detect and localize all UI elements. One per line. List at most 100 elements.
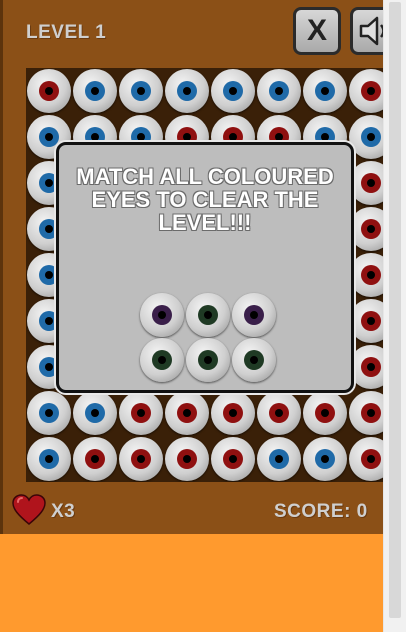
board-eye[interactable]	[349, 391, 383, 435]
board-eye[interactable]	[349, 161, 383, 205]
pupil	[367, 317, 375, 325]
pupil	[275, 409, 283, 417]
board-eye[interactable]	[349, 253, 383, 297]
pupil	[367, 409, 375, 417]
green-iris	[198, 350, 218, 370]
heart-icon	[12, 494, 46, 525]
board-eye[interactable]	[165, 69, 209, 113]
red-iris	[131, 403, 151, 423]
board-eye[interactable]	[349, 69, 383, 113]
blue-iris	[39, 403, 59, 423]
pupil	[275, 455, 283, 463]
pupil	[91, 455, 99, 463]
purple-iris	[244, 305, 264, 325]
board-eye[interactable]	[27, 69, 71, 113]
red-iris	[361, 219, 381, 239]
pupil	[367, 133, 375, 141]
board-eye[interactable]	[349, 345, 383, 389]
board-eye[interactable]	[349, 207, 383, 251]
red-iris	[361, 357, 381, 377]
blue-iris	[315, 81, 335, 101]
pupil	[204, 356, 212, 364]
blue-iris	[39, 127, 59, 147]
game-screen: LEVEL 1 X MATCH ALL COLOURED EYES TO CLE…	[0, 0, 383, 534]
red-iris	[361, 449, 381, 469]
dialog-message: MATCH ALL COLOURED EYES TO CLEAR THE LEV…	[76, 164, 334, 235]
pupil	[91, 133, 99, 141]
level-label: LEVEL 1	[26, 22, 107, 43]
red-iris	[315, 403, 335, 423]
green-iris	[152, 350, 172, 370]
board-eye[interactable]	[211, 391, 255, 435]
game-viewport: LEVEL 1 X MATCH ALL COLOURED EYES TO CLE…	[0, 0, 383, 632]
blue-iris	[269, 449, 289, 469]
pupil	[229, 87, 237, 95]
close-button[interactable]: X	[293, 7, 341, 55]
score-label: SCORE: 0	[274, 501, 368, 522]
pupil	[45, 179, 53, 187]
board-eye[interactable]	[119, 437, 163, 481]
pupil	[91, 409, 99, 417]
board-eye[interactable]	[165, 437, 209, 481]
pupil	[367, 87, 375, 95]
pupil	[45, 87, 53, 95]
board-eye[interactable]	[73, 391, 117, 435]
board-eye[interactable]	[27, 391, 71, 435]
board-eye[interactable]	[303, 391, 347, 435]
scrollbar-thumb[interactable]	[389, 2, 401, 618]
pupil	[137, 409, 145, 417]
board-eye[interactable]	[303, 69, 347, 113]
red-iris	[361, 265, 381, 285]
pupil	[45, 409, 53, 417]
pupil	[183, 455, 191, 463]
pupil	[183, 87, 191, 95]
blue-iris	[223, 81, 243, 101]
board-eye[interactable]	[303, 437, 347, 481]
board-eye[interactable]	[257, 391, 301, 435]
pupil	[137, 133, 145, 141]
board-eye[interactable]	[27, 437, 71, 481]
pupil	[367, 271, 375, 279]
red-iris	[85, 449, 105, 469]
pupil	[229, 455, 237, 463]
board-eye[interactable]	[257, 69, 301, 113]
target-eye	[186, 293, 230, 337]
blue-iris	[361, 127, 381, 147]
red-iris	[223, 449, 243, 469]
board-eye[interactable]	[119, 69, 163, 113]
board-eye[interactable]	[73, 69, 117, 113]
pupil	[158, 356, 166, 364]
board-eye[interactable]	[349, 437, 383, 481]
pupil	[321, 409, 329, 417]
board-eye[interactable]	[73, 437, 117, 481]
vertical-scrollbar[interactable]	[383, 0, 406, 632]
level-intro-dialog[interactable]: MATCH ALL COLOURED EYES TO CLEAR THE LEV…	[56, 142, 354, 393]
blue-iris	[269, 81, 289, 101]
pupil	[367, 179, 375, 187]
board-eye[interactable]	[349, 299, 383, 343]
board-eye[interactable]	[349, 115, 383, 159]
pupil	[367, 455, 375, 463]
green-iris	[198, 305, 218, 325]
sound-button[interactable]	[350, 7, 383, 55]
pupil	[204, 311, 212, 319]
pupil	[367, 225, 375, 233]
target-eye	[232, 293, 276, 337]
blue-iris	[85, 81, 105, 101]
red-iris	[361, 403, 381, 423]
target-eye	[140, 338, 184, 382]
target-eye	[232, 338, 276, 382]
pupil	[158, 311, 166, 319]
pupil	[250, 356, 258, 364]
board-eye[interactable]	[211, 437, 255, 481]
board-eye[interactable]	[119, 391, 163, 435]
target-eye	[186, 338, 230, 382]
board-eye[interactable]	[165, 391, 209, 435]
red-iris	[177, 403, 197, 423]
blue-iris	[85, 403, 105, 423]
board-eye[interactable]	[211, 69, 255, 113]
board-eye[interactable]	[257, 437, 301, 481]
purple-iris	[152, 305, 172, 325]
pupil	[229, 409, 237, 417]
pupil	[183, 409, 191, 417]
